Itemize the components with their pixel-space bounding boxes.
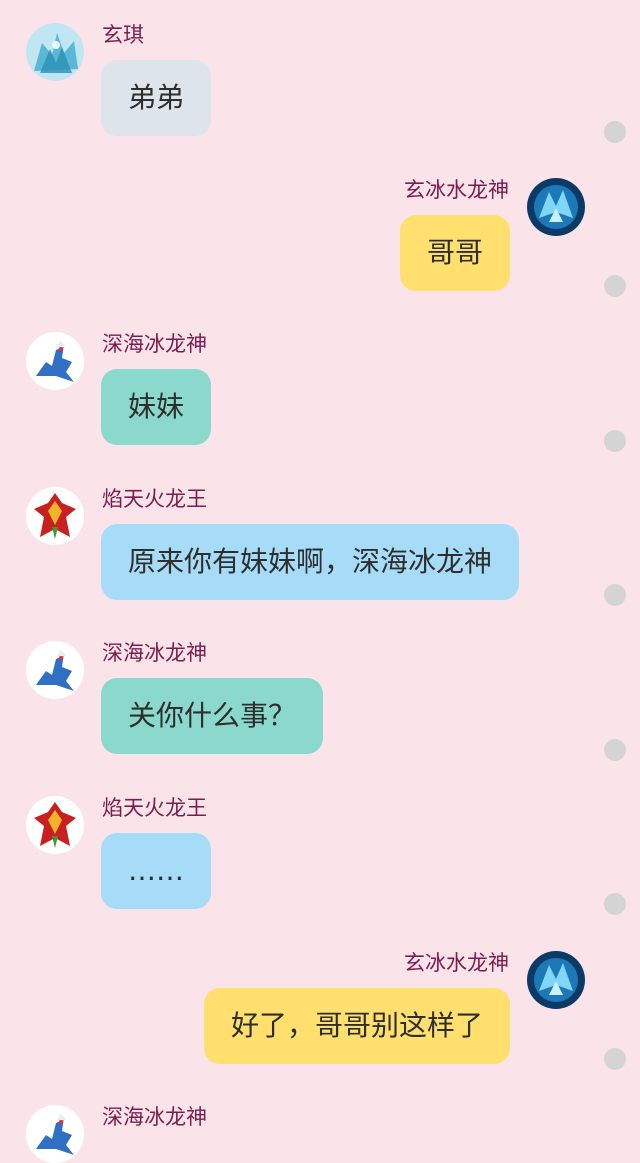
sender-name: 玄冰水龙神 — [404, 178, 509, 202]
message-bubble[interactable]: 妹妹 — [101, 369, 212, 445]
sender-name: 玄冰水龙神 — [404, 951, 509, 975]
sender-name: 玄琪 — [102, 23, 144, 47]
read-status-indicator — [604, 584, 626, 606]
deep-sea-ice-dragon-avatar[interactable] — [26, 1105, 84, 1163]
sender-name: 深海冰龙神 — [102, 1105, 207, 1129]
message-bubble[interactable]: 原来你有妹妹啊，深海冰龙神 — [101, 524, 520, 600]
read-status-indicator — [604, 275, 626, 297]
ice-water-dragon-avatar[interactable] — [527, 178, 585, 236]
sender-name: 焰天火龙王 — [102, 796, 207, 820]
read-status-indicator — [604, 1048, 626, 1070]
deep-sea-ice-dragon-avatar[interactable] — [26, 332, 84, 390]
sender-name: 焰天火龙王 — [102, 487, 207, 511]
read-status-indicator — [604, 893, 626, 915]
message-bubble[interactable]: …… — [101, 833, 211, 909]
message-bubble[interactable]: 好了，哥哥别这样了 — [203, 988, 510, 1064]
flame-fire-dragon-avatar[interactable] — [26, 796, 84, 854]
sender-name: 深海冰龙神 — [102, 332, 207, 356]
blue-ice-creature-avatar[interactable] — [26, 23, 84, 81]
read-status-indicator — [604, 739, 626, 761]
message-bubble[interactable]: 关你什么事？ — [101, 678, 324, 754]
deep-sea-ice-dragon-avatar[interactable] — [26, 641, 84, 699]
message-bubble[interactable]: 弟弟 — [101, 60, 212, 136]
read-status-indicator — [604, 121, 626, 143]
message-bubble[interactable]: 哥哥 — [399, 215, 510, 291]
read-status-indicator — [604, 430, 626, 452]
ice-water-dragon-avatar[interactable] — [527, 951, 585, 1009]
flame-fire-dragon-avatar[interactable] — [26, 487, 84, 545]
sender-name: 深海冰龙神 — [102, 641, 207, 665]
